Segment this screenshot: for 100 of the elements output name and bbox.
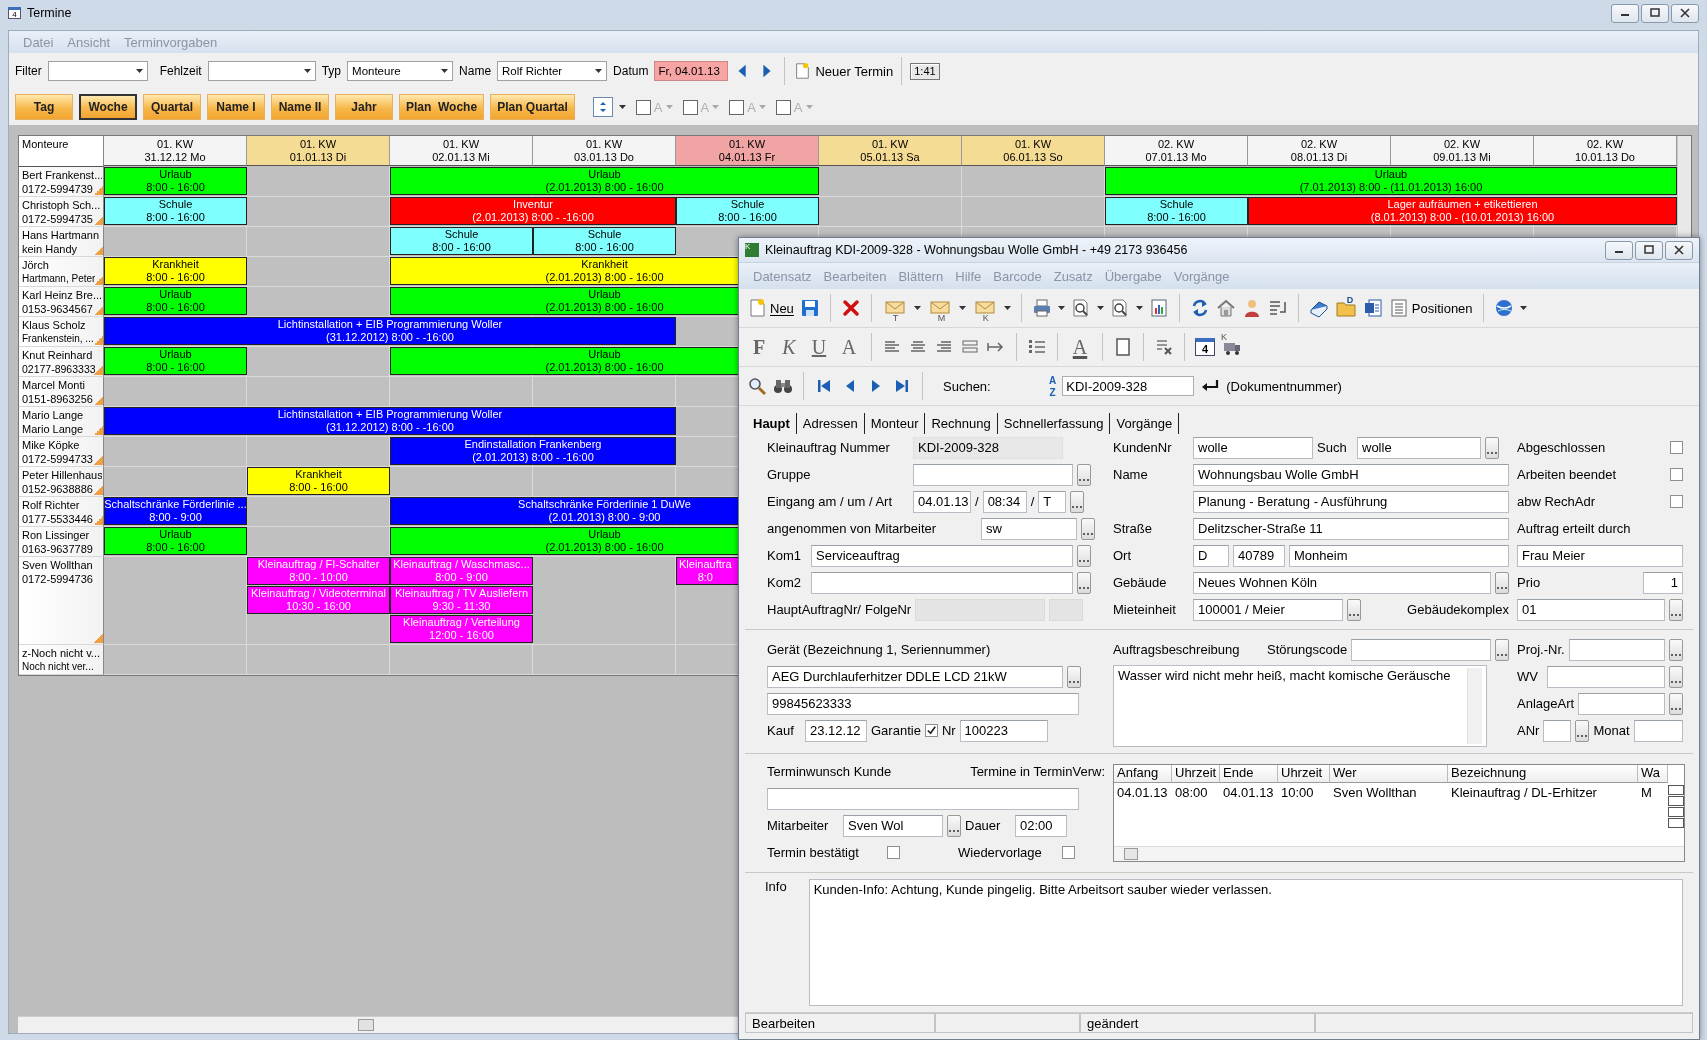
search-icon[interactable] [747, 376, 767, 396]
maximize-button[interactable] [1641, 3, 1669, 23]
column-header[interactable]: Wer [1330, 765, 1448, 783]
caret-icon[interactable] [1096, 306, 1104, 310]
view-button[interactable]: Plan Quartal [490, 94, 575, 120]
table-cell[interactable]: 04.01.13 [1114, 784, 1172, 800]
appointment-bar[interactable]: Schule 8:00 - 16:00 [676, 197, 819, 225]
text-field[interactable] [1543, 719, 1572, 742]
ellipsis-button[interactable] [1347, 598, 1361, 621]
checkbox[interactable] [1670, 441, 1683, 454]
dropdown[interactable] [207, 61, 316, 81]
appointment-bar[interactable]: Schule 8:00 - 16:00 [533, 227, 676, 255]
ellipsis-button[interactable] [1669, 665, 1683, 688]
delete-icon[interactable] [840, 298, 861, 318]
caret-icon[interactable] [1003, 306, 1011, 310]
appointment-bar[interactable]: Lager aufräumen + etikettieren (8.01.2013) 8:00 - (10.01.2013) 16:00 [1248, 197, 1677, 225]
globe-icon[interactable] [1493, 298, 1514, 318]
save-icon[interactable] [799, 298, 820, 318]
appointment-bar[interactable]: Schule 8:00 - 16:00 [390, 227, 533, 255]
employee-cell[interactable]: Christoph Sch... 0172-5994735 [19, 197, 104, 227]
table-cell[interactable]: M [1638, 784, 1668, 800]
mail-button[interactable]: K [971, 295, 998, 321]
appointment-bar[interactable]: Lichtinstallation + EIB Programmierung Woller (31.12.2012) 8:00 - -16:00 [104, 407, 676, 435]
checkbox[interactable] [635, 99, 651, 115]
day-header[interactable]: 01. KW 01.01.13 Di [247, 136, 390, 166]
employee-cell[interactable]: Mike Köpke 0172-5994733 [19, 437, 104, 467]
view-button[interactable]: Name II [271, 94, 329, 120]
tab[interactable]: Monteur [864, 413, 926, 434]
caret-icon[interactable] [958, 306, 966, 310]
maximize-button[interactable] [1635, 240, 1663, 260]
appointment-bar[interactable]: Urlaub 8:00 - 16:00 [104, 287, 247, 315]
caret-icon[interactable] [1135, 306, 1143, 310]
text-field[interactable]: wolle [1193, 436, 1313, 459]
text-field[interactable]: 04.01.13 [913, 490, 971, 513]
page-magnifier-icon[interactable] [1109, 298, 1130, 318]
tab[interactable]: Adressen [796, 413, 865, 434]
appointment-bar[interactable]: Urlaub 8:00 - 16:00 [104, 527, 247, 555]
appointment-bar[interactable]: Urlaub (7.01.2013) 8:00 - (11.01.2013) 16:00 [1105, 167, 1677, 195]
text-field[interactable]: Sven Wol [843, 814, 943, 837]
text-field[interactable] [767, 787, 1079, 810]
text-field[interactable]: Delitzscher-Straße 11 [1193, 517, 1509, 540]
appointment-bar[interactable]: Schaltschränke Förderlinie ... 8:00 - 9:00 [104, 497, 247, 525]
printer-icon[interactable] [1031, 298, 1052, 318]
appointment-bar[interactable]: Schule 8:00 - 16:00 [1105, 197, 1248, 225]
horizontal-scrollbar[interactable] [1114, 846, 1684, 861]
employee-cell[interactable]: Mario Lange Mario Lange [19, 407, 104, 437]
checkbox[interactable] [924, 724, 938, 737]
day-header[interactable]: 01. KW 31.12.12 Mo [104, 136, 247, 166]
text-field[interactable]: 40789 [1233, 544, 1285, 567]
caret-icon[interactable] [1519, 306, 1527, 310]
employee-cell[interactable]: Ron Lissinger 0163-9637789 [19, 527, 104, 557]
appointment-bar[interactable]: Lichtinstallation + EIB Programmierung Woller (31.12.2012) 8:00 - -16:00 [104, 317, 676, 345]
text-field[interactable]: 01 [1517, 598, 1665, 621]
view-button[interactable]: Plan Woche [399, 94, 485, 120]
appointment-bar[interactable]: Endinstallation Frankenberg (2.01.2013) 8:00 - -16:00 [390, 437, 676, 465]
tab[interactable]: Vorgänge [1110, 413, 1180, 434]
mail-button[interactable]: M [926, 295, 953, 321]
ellipsis-button[interactable] [1669, 638, 1683, 661]
day-header[interactable]: 01. KW 05.01.13 Sa [819, 136, 962, 166]
caret-icon[interactable] [913, 306, 921, 310]
text-field[interactable]: D [1193, 544, 1229, 567]
column-header[interactable]: Anfang [1114, 765, 1172, 783]
chart-page-icon[interactable] [1148, 298, 1169, 318]
employee-cell[interactable]: Bert Frankenst... 0172-5994739 [19, 167, 104, 197]
employee-cell[interactable]: Knut Reinhard 02177-8963333 [19, 347, 104, 377]
day-header[interactable]: 02. KW 07.01.13 Mo [1105, 136, 1248, 166]
day-header[interactable]: 01. KW 02.01.13 Mi [390, 136, 533, 166]
text-field[interactable]: wolle [1357, 436, 1481, 459]
text-field[interactable]: 1 [1643, 571, 1683, 594]
employee-cell[interactable]: z-Noch nicht v... Noch nicht ver... [19, 645, 104, 675]
calendar-button[interactable]: 4 [1195, 338, 1215, 356]
date-field[interactable]: Fr, 04.01.13 [654, 61, 729, 81]
new-button[interactable]: Neu [747, 298, 794, 318]
text-field[interactable]: Serviceauftrag [811, 544, 1073, 567]
ellipsis-button[interactable] [1485, 436, 1499, 459]
page-magnifier-icon[interactable] [1070, 298, 1091, 318]
text-field[interactable]: 100223 [959, 719, 1048, 742]
checkbox[interactable] [1670, 495, 1683, 508]
employee-cell[interactable]: Jörch Hartmann, Peter [19, 257, 104, 287]
checkbox[interactable] [729, 99, 745, 115]
text-field[interactable]: Neues Wohnen Köln [1193, 571, 1491, 594]
clear-format-icon[interactable] [1154, 337, 1174, 357]
appointment-bar[interactable]: Inventur (2.01.2013) 8:00 - -16:00 [390, 197, 676, 225]
appointment-bar[interactable]: Urlaub 8:00 - 16:00 [104, 347, 247, 375]
checkbox[interactable] [775, 99, 791, 115]
checkbox[interactable] [887, 846, 900, 859]
tab[interactable]: Haupt [747, 413, 797, 434]
text-field[interactable]: Monheim [1289, 544, 1509, 567]
day-header[interactable]: 02. KW 09.01.13 Mi [1391, 136, 1534, 166]
close-button[interactable] [1671, 3, 1699, 23]
close-button[interactable] [1665, 240, 1693, 260]
view-button[interactable]: Tag [15, 94, 73, 120]
text-field[interactable] [1351, 638, 1491, 661]
ellipsis-button[interactable] [1495, 571, 1509, 594]
word-document-icon[interactable] [1362, 298, 1383, 318]
view-button[interactable]: Quartal [143, 94, 201, 120]
view-button[interactable]: Woche [79, 94, 137, 120]
column-header[interactable]: Wa [1638, 765, 1668, 783]
ellipsis-button[interactable] [947, 814, 961, 837]
table-cell[interactable]: 04.01.13 [1220, 784, 1278, 800]
